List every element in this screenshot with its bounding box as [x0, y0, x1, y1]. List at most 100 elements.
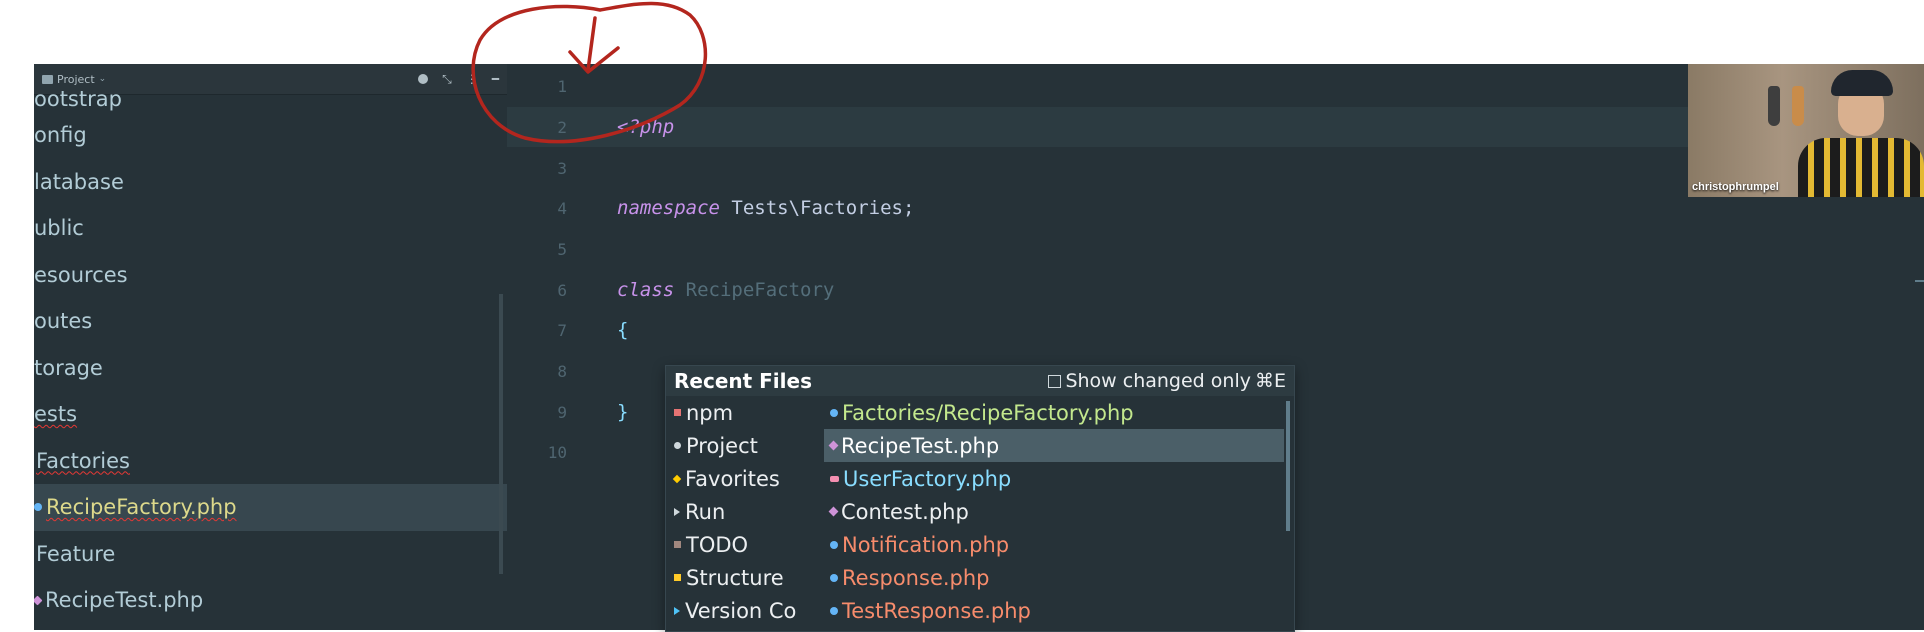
php-file-icon	[830, 475, 839, 482]
test-file-icon	[828, 440, 839, 451]
tree-item-recipefactory[interactable]: RecipeFactory.php	[34, 484, 507, 531]
code-text: namespace Tests\Factories;	[617, 197, 914, 219]
test-file-icon	[34, 595, 43, 606]
tree-item-resources[interactable]: esources	[34, 252, 507, 299]
tree-item-storage[interactable]: torage	[34, 345, 507, 392]
line-number: 2	[557, 117, 567, 137]
tool-window-run[interactable]: Run	[666, 495, 821, 528]
recent-file-item[interactable]: TestResponse.php	[824, 594, 1284, 627]
show-changed-only-toggle[interactable]: Show changed only ⌘E	[1048, 370, 1286, 392]
run-icon	[674, 507, 680, 516]
recent-files-scrollbar[interactable]	[1286, 401, 1290, 531]
shortcut-hint: ⌘E	[1254, 370, 1286, 392]
line-number: 10	[547, 442, 567, 462]
tree-item-public[interactable]: ublic	[34, 205, 507, 252]
line-number: 1	[557, 76, 567, 96]
code-line: 6 class RecipeFactory	[507, 270, 1924, 310]
star-icon	[672, 474, 682, 483]
tree-item-label: ests	[34, 402, 78, 426]
tool-window-favorites[interactable]: Favorites	[666, 462, 821, 495]
php-file-icon	[830, 540, 838, 549]
code-text: <?php	[617, 116, 675, 138]
hide-icon[interactable]: ━	[492, 72, 499, 86]
recent-file-item-selected[interactable]: RecipeTest.php	[824, 429, 1284, 462]
tree-item-database[interactable]: latabase	[34, 159, 507, 206]
code-text: }	[617, 401, 629, 423]
project-panel: Project ⌄ ⤡ ⋮ ━ ootstrap onfig latabase …	[34, 64, 507, 630]
recent-file-label: UserFactory.php	[843, 466, 1012, 491]
recent-file-label: TestResponse.php	[842, 598, 1031, 623]
tool-window-label: Favorites	[685, 466, 780, 491]
php-file-icon	[830, 408, 838, 417]
locate-icon[interactable]	[418, 74, 429, 84]
recent-files-header: Recent Files Show changed only ⌘E	[666, 366, 1294, 396]
class-name: RecipeFactory	[674, 279, 835, 301]
version-control-icon	[674, 606, 680, 615]
recent-file-item[interactable]: UserFactory.php	[824, 462, 1284, 495]
tool-window-label: Structure	[686, 565, 784, 590]
line-number: 9	[557, 402, 567, 422]
tree-item-label: torage	[34, 355, 103, 380]
show-changed-checkbox[interactable]	[1048, 374, 1062, 388]
tree-item-bootstrap[interactable]: ootstrap	[34, 86, 507, 112]
recent-file-list: Factories/RecipeFactory.php RecipeTest.p…	[824, 396, 1284, 627]
guitar-icon	[1792, 86, 1804, 126]
tree-item-tests[interactable]: ests	[34, 391, 507, 438]
code-text: {	[617, 319, 629, 341]
tree-item-recipetest[interactable]: RecipeTest.php	[34, 577, 507, 624]
recent-files-popup: Recent Files Show changed only ⌘E npm Pr…	[665, 365, 1295, 632]
tree-item-label: latabase	[34, 169, 124, 194]
person-cap	[1831, 70, 1893, 96]
tree-item-config[interactable]: onfig	[34, 112, 507, 159]
test-file-icon	[828, 506, 839, 517]
project-panel-scrollbar[interactable]	[499, 294, 503, 574]
tool-window-todo[interactable]: TODO	[666, 528, 821, 561]
tool-window-npm[interactable]: npm	[666, 396, 821, 429]
code-line: 7 {	[507, 310, 1924, 350]
tree-item-label: esources	[34, 262, 128, 287]
code-text: class RecipeFactory	[617, 279, 834, 301]
popup-title: Recent Files	[674, 369, 812, 393]
tree-item-routes[interactable]: outes	[34, 298, 507, 345]
options-icon[interactable]: ⋮	[466, 72, 478, 86]
recent-file-label: Factories/RecipeFactory.php	[842, 400, 1134, 425]
recent-files-body: npm Project Favorites Run TODO Structure…	[666, 396, 1294, 631]
namespace-name: Tests\Factories;	[719, 197, 915, 219]
tool-window-label: Version Co	[685, 598, 797, 623]
tree-item-label: RecipeTest.php	[45, 588, 204, 612]
structure-icon	[674, 574, 681, 581]
tool-window-project[interactable]: Project	[666, 429, 821, 462]
recent-file-label: Response.php	[842, 565, 990, 590]
line-number: 7	[557, 320, 567, 340]
tool-window-label: TODO	[686, 532, 749, 557]
line-number: 4	[557, 198, 567, 218]
project-panel-title: Project	[57, 72, 95, 86]
keyword: class	[617, 279, 675, 301]
tool-window-list: npm Project Favorites Run TODO Structure…	[666, 396, 821, 627]
recent-file-label: RecipeTest.php	[841, 433, 1000, 458]
webcam-name: christophrumpel	[1692, 181, 1779, 193]
recent-file-item[interactable]: Response.php	[824, 561, 1284, 594]
tool-window-label: Run	[685, 499, 726, 524]
tool-window-version-control[interactable]: Version Co	[666, 594, 821, 627]
tool-window-label: Project	[686, 433, 758, 458]
folder-icon	[42, 74, 53, 84]
person-shirt	[1798, 138, 1924, 197]
recent-file-item[interactable]: Factories/RecipeFactory.php	[824, 396, 1284, 429]
todo-icon	[674, 541, 681, 548]
keyword: namespace	[617, 197, 720, 219]
php-file-icon	[830, 606, 838, 615]
show-changed-label: Show changed only	[1065, 370, 1251, 392]
tool-window-structure[interactable]: Structure	[666, 561, 821, 594]
tree-item-label: ootstrap	[34, 87, 122, 111]
tree-item-feature[interactable]: Feature	[34, 531, 507, 578]
recent-file-item[interactable]: Notification.php	[824, 528, 1284, 561]
project-icon	[674, 442, 681, 449]
tree-item-label: outes	[34, 309, 93, 333]
collapse-icon[interactable]: ⤡	[442, 72, 452, 87]
php-file-icon	[34, 503, 42, 512]
recent-file-item[interactable]: Contest.php	[824, 495, 1284, 528]
tree-item-label: ublic	[34, 216, 84, 240]
project-view-selector[interactable]: Project ⌄	[42, 73, 106, 86]
tree-item-factories[interactable]: Factories	[34, 438, 507, 485]
